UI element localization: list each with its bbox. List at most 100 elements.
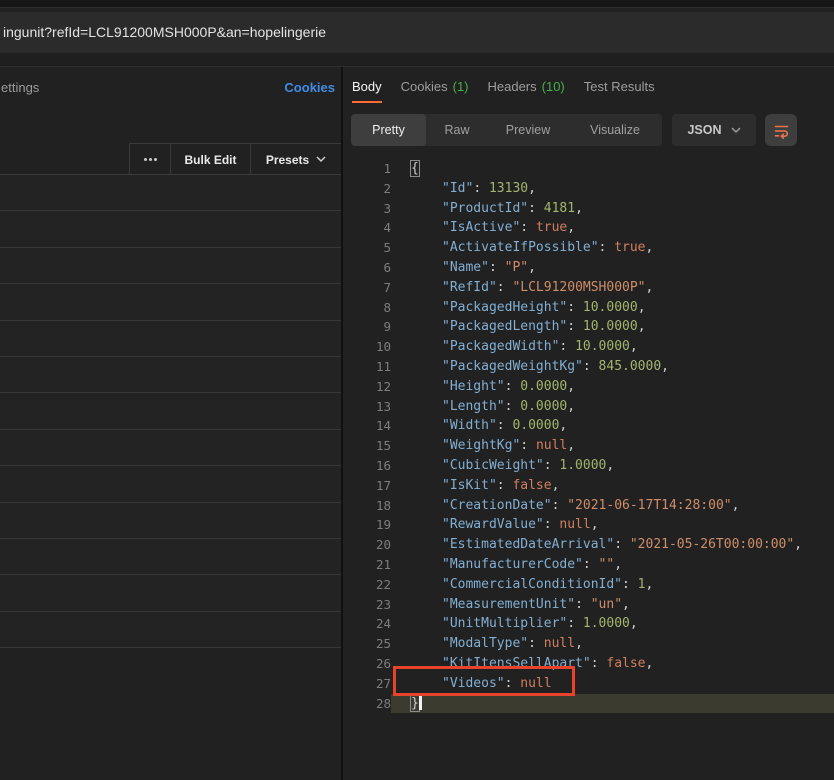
code-token: : bbox=[543, 457, 560, 473]
code-token: , bbox=[645, 240, 654, 256]
param-row[interactable] bbox=[0, 538, 341, 576]
param-row[interactable] bbox=[0, 211, 341, 248]
line-number: 14 bbox=[375, 418, 391, 434]
code-token: 13130 bbox=[488, 180, 529, 196]
param-row[interactable] bbox=[0, 429, 341, 467]
code-token: "MeasurementUnit" bbox=[442, 596, 576, 612]
line-number: 21 bbox=[375, 556, 391, 572]
code-token: : bbox=[575, 596, 591, 612]
code-token: : bbox=[567, 299, 583, 315]
code-token: , bbox=[794, 537, 803, 553]
line-number: 7 bbox=[383, 279, 391, 295]
param-row[interactable] bbox=[0, 320, 341, 357]
code-token: false bbox=[512, 477, 552, 493]
code-token: : bbox=[504, 378, 521, 394]
response-tab-test-results[interactable]: Test Results bbox=[584, 67, 655, 106]
presets-dropdown[interactable]: Presets bbox=[250, 144, 341, 175]
request-pane: ettings Cookies Bulk Edit Presets bbox=[0, 67, 343, 780]
code-token: 1.0000 bbox=[559, 457, 607, 473]
view-mode-pretty[interactable]: Pretty bbox=[351, 114, 426, 146]
line-number: 11 bbox=[375, 358, 391, 374]
code-token: 10.0000 bbox=[582, 319, 638, 335]
code-token: "IsKit" bbox=[442, 477, 497, 493]
response-tab-body[interactable]: Body bbox=[352, 67, 382, 106]
code-token: "UnitMultiplier" bbox=[442, 616, 568, 632]
code-line-content: "CubicWeight": 1.0000, bbox=[391, 456, 834, 476]
request-tabs-row: ettings Cookies bbox=[0, 67, 341, 107]
code-line: 8 "PackagedHeight": 10.0000, bbox=[343, 298, 834, 318]
code-line: 19 "RewardValue": null, bbox=[343, 515, 834, 535]
code-token: , bbox=[567, 220, 576, 236]
code-token: "P" bbox=[504, 259, 529, 275]
code-line: 10 "PackagedWidth": 10.0000, bbox=[343, 337, 834, 357]
code-line: 17 "IsKit": false, bbox=[343, 476, 834, 496]
code-token: 0.0000 bbox=[512, 418, 560, 434]
code-token: "RefId" bbox=[442, 279, 497, 295]
code-line: 11 "PackagedWeightKg": 845.0000, bbox=[343, 357, 834, 377]
view-mode-preview[interactable]: Preview bbox=[488, 114, 568, 146]
bulk-edit-button[interactable]: Bulk Edit bbox=[170, 144, 250, 175]
code-line-content: "CreationDate": "2021-06-17T14:28:00", bbox=[391, 496, 834, 516]
param-row[interactable] bbox=[0, 247, 341, 285]
param-row[interactable] bbox=[0, 466, 341, 503]
param-row[interactable] bbox=[0, 284, 341, 321]
code-line-content: "PackagedLength": 10.0000, bbox=[391, 317, 834, 337]
code-token: 1.0000 bbox=[582, 616, 630, 632]
param-row[interactable] bbox=[0, 502, 341, 539]
code-token: , bbox=[567, 378, 576, 394]
line-number: 10 bbox=[375, 339, 391, 355]
code-line-content: "UnitMultiplier": 1.0000, bbox=[391, 614, 834, 634]
chevron-down-icon bbox=[730, 126, 741, 133]
code-token: , bbox=[645, 576, 654, 592]
code-line-content: "Videos": null bbox=[391, 674, 834, 694]
code-line: 21 "ManufacturerCode": "", bbox=[343, 555, 834, 575]
code-token: "CubicWeight" bbox=[442, 457, 544, 473]
cookies-link[interactable]: Cookies bbox=[284, 80, 335, 95]
code-line: 5 "ActivateIfPossible": true, bbox=[343, 238, 834, 258]
code-token: 845.0000 bbox=[598, 358, 662, 374]
param-row[interactable] bbox=[0, 356, 341, 394]
code-token: , bbox=[575, 200, 583, 216]
request-url-input[interactable]: ingunit?refId=LCL91200MSH000P&an=hopelin… bbox=[0, 12, 834, 53]
code-line: 28} bbox=[343, 693, 834, 714]
wrap-lines-button[interactable] bbox=[765, 114, 797, 146]
line-number: 17 bbox=[375, 477, 391, 493]
code-token: : bbox=[520, 220, 536, 236]
param-row[interactable] bbox=[0, 175, 341, 212]
code-line-content: "Id": 13130, bbox=[391, 179, 834, 199]
code-token: "RewardValue" bbox=[442, 517, 544, 533]
code-line-content: "IsActive": true, bbox=[391, 218, 834, 238]
line-number: 16 bbox=[375, 457, 391, 473]
code-token: , bbox=[559, 418, 568, 434]
main-split: ettings Cookies Bulk Edit Presets Body C… bbox=[0, 67, 834, 780]
code-token: : bbox=[496, 418, 513, 434]
param-row[interactable] bbox=[0, 575, 341, 612]
response-body-editor[interactable]: 1{2 "Id": 13130, 3 "ProductId": 4181, 4 "IsAc… bbox=[343, 159, 834, 714]
param-row[interactable] bbox=[0, 393, 341, 430]
code-token: , bbox=[551, 477, 560, 493]
code-token: 1 bbox=[637, 576, 646, 592]
code-token: : bbox=[614, 537, 630, 553]
format-dropdown[interactable]: JSON bbox=[672, 114, 756, 146]
line-number: 4 bbox=[383, 220, 391, 236]
code-token: , bbox=[567, 438, 576, 454]
view-mode-visualize[interactable]: Visualize bbox=[568, 114, 662, 146]
line-number: 13 bbox=[375, 398, 391, 414]
param-row[interactable] bbox=[0, 611, 341, 649]
code-token: : bbox=[543, 517, 560, 533]
more-options-button[interactable] bbox=[129, 144, 170, 175]
line-number: 6 bbox=[383, 259, 391, 275]
wrap-lines-icon bbox=[774, 125, 788, 139]
code-token: "Videos" bbox=[442, 675, 505, 691]
tab-settings[interactable]: ettings bbox=[1, 80, 39, 95]
app-window: ingunit?refId=LCL91200MSH000P&an=hopelin… bbox=[0, 0, 834, 780]
code-line: 14 "Width": 0.0000, bbox=[343, 416, 834, 436]
view-mode-raw[interactable]: Raw bbox=[426, 114, 488, 146]
code-token: : bbox=[528, 636, 544, 652]
matched-bracket: { bbox=[411, 161, 419, 176]
code-line-content: "ProductId": 4181, bbox=[391, 199, 834, 219]
code-line-content: "MeasurementUnit": "un", bbox=[391, 595, 834, 615]
line-number: 5 bbox=[383, 240, 391, 256]
response-tab-cookies[interactable]: Cookies (1) bbox=[401, 67, 469, 106]
response-tab-headers[interactable]: Headers (10) bbox=[488, 67, 565, 106]
